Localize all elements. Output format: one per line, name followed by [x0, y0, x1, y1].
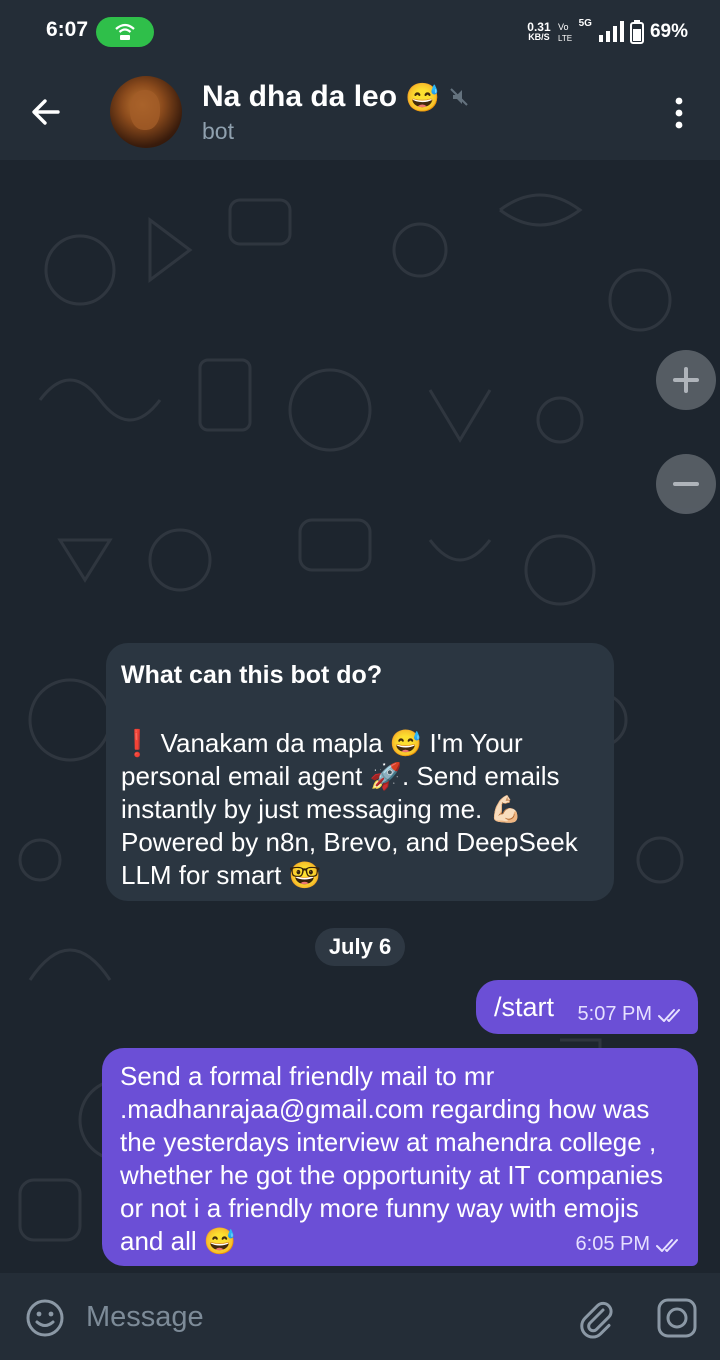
svg-text:Vo: Vo: [558, 22, 569, 32]
attach-icon[interactable]: [576, 1297, 618, 1339]
message-text: /start: [494, 992, 555, 1022]
chat-subtitle: bot: [202, 118, 234, 144]
signal-icon: [598, 21, 624, 42]
network-type: 5G: [578, 18, 592, 29]
status-time: 6:07: [46, 18, 89, 41]
status-indicators: 0.31 KB/S Vo LTE 5G 69%: [527, 18, 688, 46]
message-text: Send a formal friendly mail to mr .madha…: [120, 1061, 663, 1256]
message-time: 6:05 PM: [575, 1233, 650, 1255]
date-separator: July 6: [315, 928, 405, 966]
bot-card-title: What can this bot do?: [121, 661, 383, 689]
battery-percent: 69%: [649, 21, 688, 42]
avatar[interactable]: [110, 76, 182, 148]
volte-icon: Vo LTE: [558, 22, 572, 43]
message-meta: 6:05 PM: [576, 1233, 684, 1256]
battery-icon: [629, 20, 644, 44]
title-emoji: 😅: [405, 81, 440, 113]
message-input[interactable]: [84, 1295, 558, 1339]
more-vertical-icon[interactable]: [664, 96, 694, 130]
zoom-out-button[interactable]: [656, 454, 716, 514]
hotspot-icon: [115, 23, 135, 40]
bot-description-card: What can this bot do? ❗ Vanakam da mapla…: [106, 643, 614, 901]
double-check-icon: [656, 1238, 678, 1252]
double-check-icon: [658, 1008, 680, 1022]
zoom-in-icon: [673, 367, 699, 393]
chat-title[interactable]: Na dha da leo 😅: [202, 80, 470, 114]
emoji-icon[interactable]: [24, 1297, 66, 1339]
camera-icon[interactable]: [656, 1297, 698, 1339]
network-speed-unit: KB/S: [528, 32, 550, 42]
zoom-out-icon: [673, 482, 699, 486]
message-bubble-outgoing[interactable]: /start 5:07 PM: [476, 980, 698, 1034]
bot-card-description: ❗ Vanakam da mapla 😅 I'm Your personal e…: [121, 728, 578, 890]
zoom-in-button[interactable]: [656, 350, 716, 410]
status-bar: 6:07 0.31 KB/S Vo LTE 5G 69%: [0, 0, 720, 62]
chat-area[interactable]: What can this bot do? ❗ Vanakam da mapla…: [0, 160, 720, 1273]
message-composer: [0, 1273, 720, 1360]
network-speed: 0.31 KB/S: [527, 20, 551, 42]
chat-title-text: Na dha da leo: [202, 80, 398, 113]
message-time: 5:07 PM: [577, 1003, 652, 1025]
chat-header: Na dha da leo 😅 bot: [0, 62, 720, 160]
date-separator-label: July 6: [328, 934, 392, 959]
message-bubble-outgoing[interactable]: Send a formal friendly mail to mr .madha…: [102, 1048, 698, 1266]
svg-text:LTE: LTE: [558, 34, 572, 43]
message-meta: 5:07 PM: [578, 1003, 686, 1026]
network-speed-value: 0.31: [527, 20, 551, 34]
back-arrow-icon[interactable]: [26, 92, 66, 132]
mute-icon: [450, 88, 468, 106]
hotspot-indicator[interactable]: [96, 17, 154, 47]
